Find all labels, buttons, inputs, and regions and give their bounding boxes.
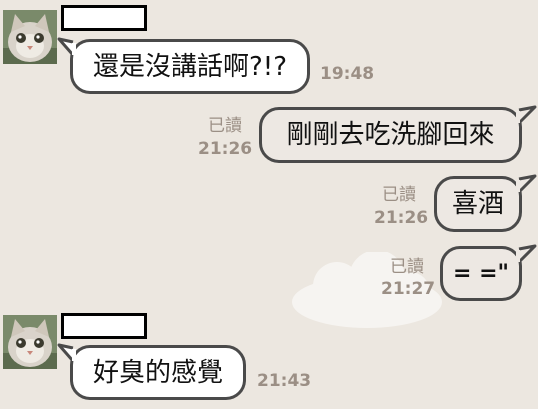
message-bubble-incoming[interactable]: 好臭的感覺 [57,343,246,400]
contact-name-redacted [61,5,147,31]
read-receipt: 已讀 [208,116,242,136]
message-time: 21:43 [257,371,312,391]
message-text: = =" [453,260,509,286]
contact-avatar[interactable] [3,315,57,369]
message-bubble-outgoing[interactable]: 喜酒 [434,174,537,232]
contact-name-redacted [61,313,147,339]
message-text: 剛剛去吃洗腳回來 [286,120,495,150]
message-text: 還是沒講話啊?!? [92,51,288,82]
cat-avatar-icon [3,315,57,369]
message-bubble-outgoing[interactable]: 剛剛去吃洗腳回來 [259,105,537,163]
contact-avatar[interactable] [3,10,57,64]
message-bubble-incoming[interactable]: 還是沒講話啊?!? [57,37,310,94]
message-time: 21:27 [381,279,436,299]
message-text: 好臭的感覺 [92,357,223,388]
message-text: 喜酒 [451,189,504,219]
cat-avatar-icon [3,10,57,64]
bubble-tail [516,244,537,264]
message-bubble-outgoing[interactable]: = =" [440,244,537,301]
bubble-tail [516,105,537,125]
message-time: 21:26 [198,139,253,159]
read-receipt: 已讀 [390,257,424,277]
read-receipt: 已讀 [382,185,416,205]
bubble-tail [57,343,76,362]
message-time: 21:26 [374,208,429,228]
message-time: 19:48 [320,64,375,84]
bubble-tail [57,37,76,56]
bubble-tail [516,174,537,194]
